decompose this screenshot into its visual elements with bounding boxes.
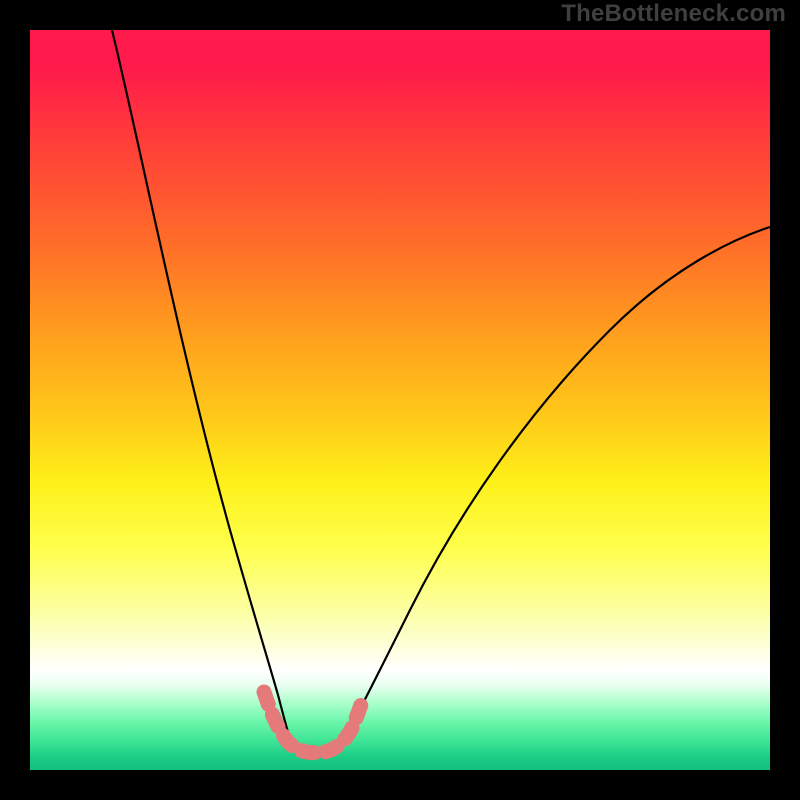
watermark-text: TheBottleneck.com bbox=[561, 0, 786, 28]
plot-area bbox=[30, 30, 770, 770]
curve-layer bbox=[30, 30, 770, 770]
left-curve bbox=[112, 30, 288, 732]
chart-frame: TheBottleneck.com bbox=[0, 0, 800, 800]
right-curve bbox=[348, 227, 770, 732]
